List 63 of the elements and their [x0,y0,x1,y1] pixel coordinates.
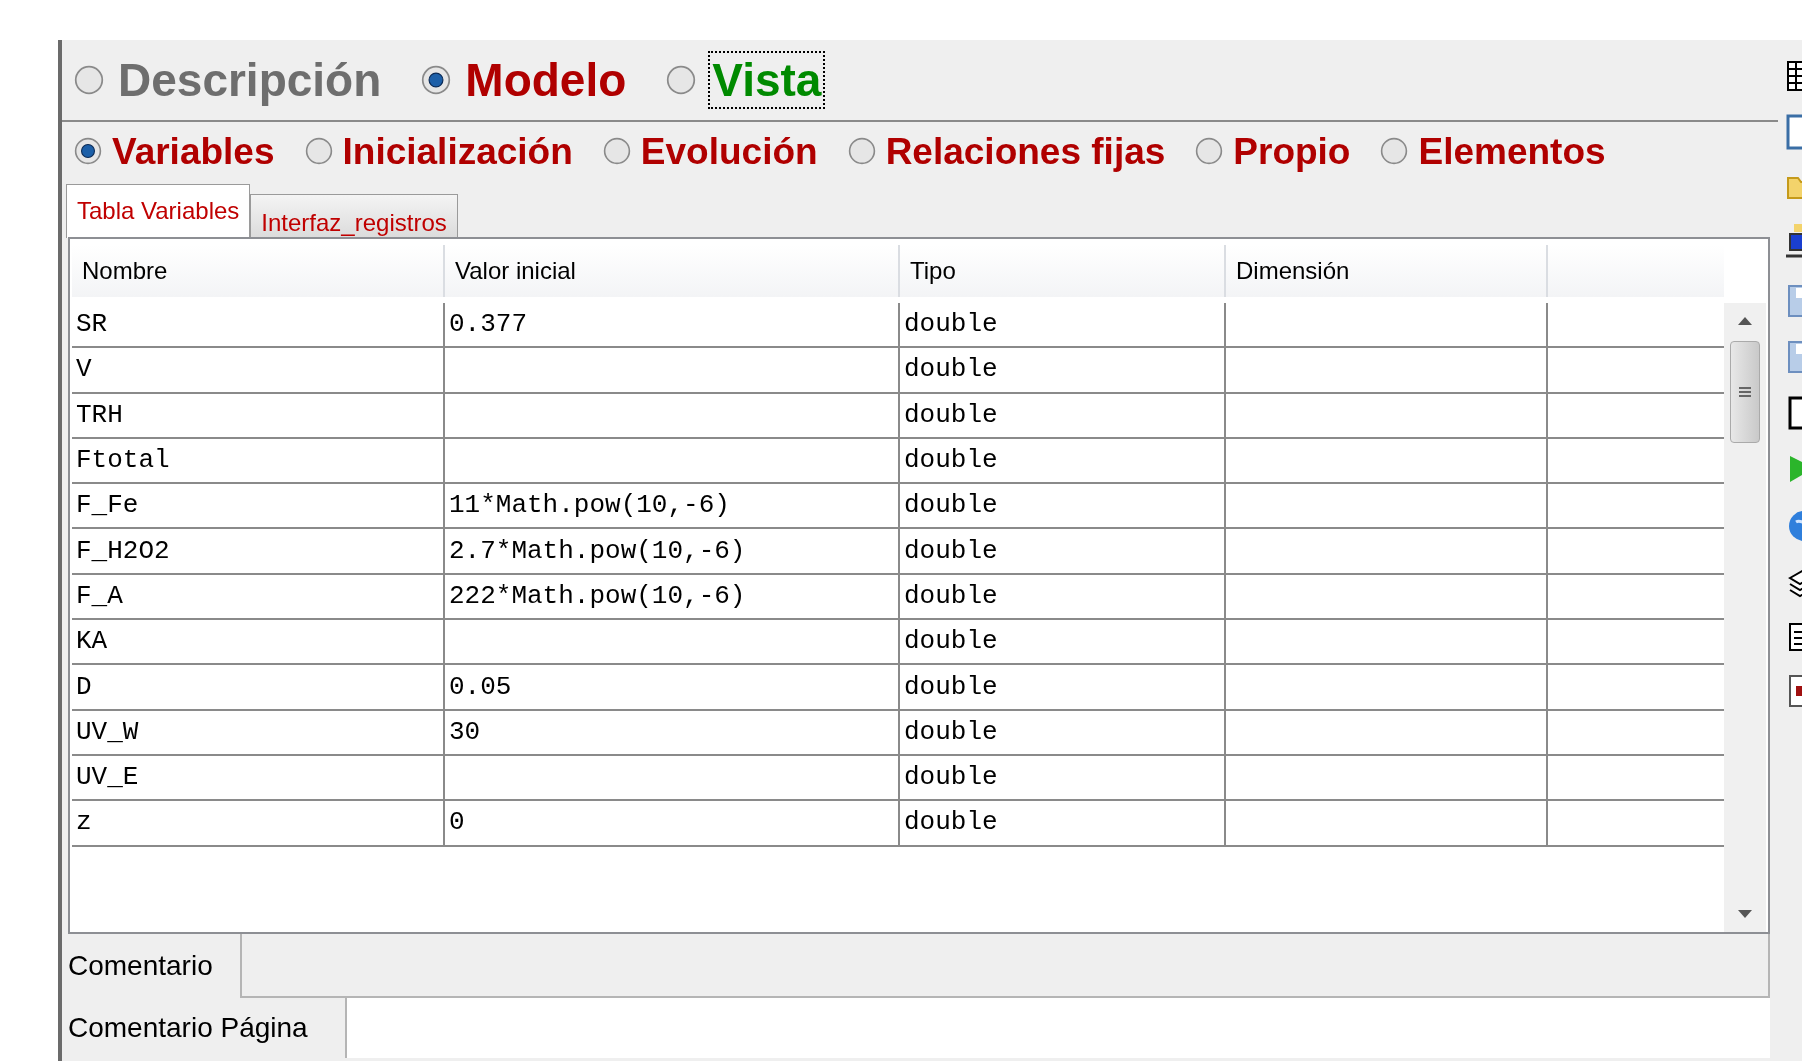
radio-button[interactable] [421,65,452,95]
table-cell-text: double [904,806,998,840]
section-label[interactable]: Elementos [1418,132,1606,170]
table-cell-text: 2.7*Math.pow(10,-6) [449,534,746,568]
table-cell-text: 30 [449,715,481,749]
table-cell-text: F_Fe [76,489,139,523]
table-cell-text: TRH [76,398,123,432]
table-cell-text: double [904,761,998,795]
comment-label: Comentario [68,949,214,983]
radio-button[interactable] [847,137,876,165]
table-cell-text: double [904,534,998,568]
radio-button[interactable] [74,137,102,165]
view-option-label[interactable]: Modelo [465,57,627,103]
section-label[interactable]: Relaciones fijas [885,132,1166,170]
table-cell-text: KA [76,625,108,659]
radio-button[interactable] [666,65,697,95]
table-cell-text: 222*Math.pow(10,-6) [449,579,746,613]
table-cell-text: Ftotal [76,444,170,478]
page-comment-field[interactable] [345,998,1770,1058]
grip-icon [1738,385,1752,399]
radio-button[interactable] [74,65,104,95]
table-cell-text: double [904,670,998,704]
table-cell-text: F_H2O2 [76,534,170,568]
radio-button[interactable] [1195,137,1224,165]
column-header[interactable]: Nombre [72,245,445,297]
scrollbar[interactable] [1724,303,1766,932]
table-cell-text: double [904,444,998,478]
table-cell-text: 0 [449,806,465,840]
view-option-label[interactable]: Vista [710,53,824,107]
table-cell-text: UV_W [76,715,139,749]
comment-field[interactable] [240,934,1770,998]
table-cell-text: double [904,579,998,613]
table-cell-text: double [904,715,998,749]
page-comment-label: Comentario Página [68,1011,309,1045]
radio-button[interactable] [602,137,631,165]
table-cell-text: double [904,353,998,387]
column-header[interactable]: Tipo [900,245,1226,297]
table-cell-text: F_A [76,579,123,613]
table-cell-text: double [904,625,998,659]
table-cell-text: 0.05 [449,670,512,704]
table-cell-text: double [904,308,998,342]
table-cell-text: 11*Math.pow(10,-6) [449,489,730,523]
table-cell-text: D [76,670,92,704]
tab[interactable]: Tabla Variables [66,184,251,238]
tab[interactable]: Interfaz_registros [250,194,458,238]
scroll-up-icon[interactable] [1738,317,1752,325]
scroll-down-icon[interactable] [1738,910,1752,918]
table-cell-text: 0.377 [449,308,527,342]
radio-button[interactable] [304,137,333,165]
section-label[interactable]: Propio [1233,132,1351,170]
table-cell-text: SR [76,308,108,342]
scrollbar-thumb[interactable] [1730,341,1760,443]
column-header[interactable]: Dimensión [1226,245,1548,297]
table-cell-text: UV_E [76,761,139,795]
table-cell-text: z [76,806,92,840]
table-cell-text: double [904,489,998,523]
column-header[interactable]: Valor inicial [445,245,900,297]
radio-button[interactable] [1380,137,1409,165]
table-cell-text: V [76,353,92,387]
table-cell-text: double [904,398,998,432]
section-label[interactable]: Variables [112,132,275,170]
section-label[interactable]: Inicialización [342,132,573,170]
section-label[interactable]: Evolución [640,132,818,170]
